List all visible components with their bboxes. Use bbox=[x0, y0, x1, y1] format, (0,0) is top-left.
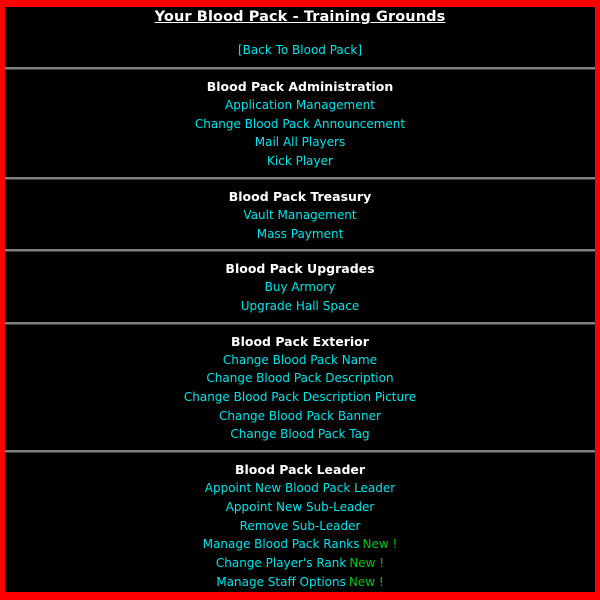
link-buy-armory[interactable]: Buy Armory bbox=[5, 278, 595, 297]
link-change-blood-pack-description-picture[interactable]: Change Blood Pack Description Picture bbox=[5, 388, 595, 407]
link-manage-staff-options[interactable]: Manage Staff Options New ! bbox=[5, 573, 595, 592]
link-label: Change Blood Pack Announcement bbox=[194, 116, 406, 131]
link-kick-player[interactable]: Kick Player bbox=[5, 152, 595, 171]
link-appoint-new-blood-pack-leader[interactable]: Appoint New Blood Pack Leader bbox=[5, 479, 595, 498]
section-title: Blood Pack Treasury bbox=[228, 188, 372, 204]
new-badge: New ! bbox=[348, 574, 384, 589]
link-label: Remove Sub-Leader bbox=[239, 518, 361, 533]
link-label: Change Blood Pack Tag bbox=[230, 427, 370, 442]
page-title: Your Blood Pack - Training Grounds bbox=[154, 9, 446, 25]
link-label: Buy Armory bbox=[264, 280, 336, 295]
link-label: Kick Player bbox=[267, 154, 333, 169]
new-badge: New ! bbox=[349, 555, 385, 570]
link-label: Application Management bbox=[225, 98, 375, 112]
link-label: Appoint New Blood Pack Leader bbox=[204, 481, 396, 496]
section-blood-pack-exterior: Blood Pack Exterior Change Blood Pack Na… bbox=[5, 325, 595, 451]
link-manage-blood-pack-ranks[interactable]: Manage Blood Pack Ranks New ! bbox=[5, 535, 595, 554]
link-vault-management[interactable]: Vault Management bbox=[5, 206, 595, 225]
link-upgrade-hall-space[interactable]: Upgrade Hall Space bbox=[5, 297, 595, 316]
link-label: Change Blood Pack Banner bbox=[219, 408, 381, 423]
link-mail-all-players[interactable]: Mail All Players bbox=[5, 133, 595, 152]
link-label: Manage Staff Options bbox=[216, 574, 346, 589]
link-label: Mail All Players bbox=[254, 135, 346, 150]
link-remove-sub-leader[interactable]: Remove Sub-Leader bbox=[5, 517, 595, 536]
link-change-blood-pack-banner[interactable]: Change Blood Pack Banner bbox=[5, 407, 595, 426]
link-appoint-new-sub-leader[interactable]: Appoint New Sub-Leader bbox=[5, 498, 595, 517]
page-frame: Your Blood Pack - Training Grounds [Back… bbox=[0, 0, 600, 600]
link-application-management[interactable]: Application Management bbox=[5, 96, 595, 115]
link-change-blood-pack-description[interactable]: Change Blood Pack Description bbox=[5, 369, 595, 388]
link-label: Mass Payment bbox=[256, 226, 344, 241]
link-change-blood-pack-announcement[interactable]: Change Blood Pack Announcement bbox=[5, 115, 595, 134]
link-label: Change Blood Pack Description bbox=[206, 371, 394, 386]
link-label: Change Blood Pack Description Picture bbox=[183, 390, 417, 405]
link-change-blood-pack-name[interactable]: Change Blood Pack Name bbox=[5, 351, 595, 370]
new-badge: New ! bbox=[362, 537, 398, 552]
page-content: Your Blood Pack - Training Grounds [Back… bbox=[5, 7, 595, 592]
section-blood-pack-administration: Blood Pack Administration Application Ma… bbox=[5, 70, 595, 177]
section-blood-pack-treasury: Blood Pack Treasury Vault Management Mas… bbox=[5, 180, 595, 249]
page-header: Your Blood Pack - Training Grounds [Back… bbox=[5, 7, 595, 67]
section-title: Blood Pack Exterior bbox=[231, 333, 369, 349]
back-to-blood-pack-row: [Back To Blood Pack] bbox=[5, 41, 595, 58]
bracket-close: ] bbox=[357, 43, 363, 57]
link-label: Appoint New Sub-Leader bbox=[225, 499, 375, 514]
link-change-blood-pack-tag[interactable]: Change Blood Pack Tag bbox=[5, 425, 595, 444]
link-label: Manage Blood Pack Ranks bbox=[202, 537, 360, 552]
link-mass-payment[interactable]: Mass Payment bbox=[5, 225, 595, 244]
link-label: Change Player's Rank bbox=[215, 555, 347, 570]
link-disband-blood-pack[interactable]: Disband Blood Pack bbox=[5, 591, 595, 592]
link-label: Change Blood Pack Name bbox=[222, 352, 378, 367]
section-blood-pack-leader: Blood Pack Leader Appoint New Blood Pack… bbox=[5, 453, 595, 592]
section-title: Blood Pack Leader bbox=[234, 462, 366, 478]
section-title: Blood Pack Administration bbox=[206, 79, 394, 94]
back-to-blood-pack-link[interactable]: Back To Blood Pack bbox=[243, 43, 358, 57]
section-title: Blood Pack Upgrades bbox=[225, 261, 375, 277]
link-label: Vault Management bbox=[243, 207, 357, 222]
link-label: Upgrade Hall Space bbox=[240, 298, 360, 313]
section-blood-pack-upgrades: Blood Pack Upgrades Buy Armory Upgrade H… bbox=[5, 252, 595, 321]
link-change-players-rank[interactable]: Change Player's Rank New ! bbox=[5, 554, 595, 573]
